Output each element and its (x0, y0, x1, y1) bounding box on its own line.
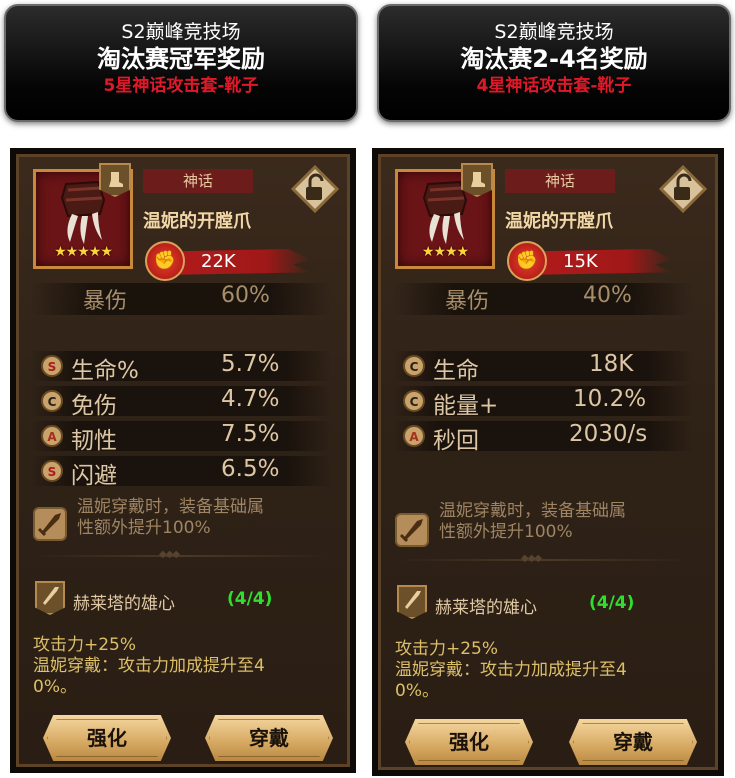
grade-badge: C (403, 390, 425, 412)
attribute-value: 5.7% (221, 351, 280, 377)
sword-icon (395, 513, 429, 547)
bonus-line: 攻击力+25% (395, 639, 499, 659)
fist-icon: ✊ (145, 241, 185, 281)
grade-badge: S (41, 460, 63, 482)
divider-ornament: ◆◆◆ (159, 549, 180, 560)
item-name: 温妮的开膛爪 (505, 211, 613, 232)
attribute-name: 韧性 (71, 428, 117, 454)
equipment-card-5-star: ★★★★★ 神话 温妮的开膛爪 ✊ 22K 暴伤 60% S 生命% 5.7% … (10, 148, 356, 773)
attribute-value: 18K (589, 351, 634, 377)
power-value: 15K (563, 251, 598, 272)
skill-line: 性额外提升100% (439, 522, 573, 542)
attribute-name: 能量+ (433, 393, 499, 419)
star-rating: ★★★★ (421, 244, 469, 260)
attribute-value: 6.5% (221, 456, 280, 482)
set-count: (4/4) (227, 589, 273, 609)
attribute-row: C 生命 18K (393, 351, 693, 384)
attribute-row: A 秒回 2030/s (393, 421, 693, 454)
reward-banner-runner-up: S2巅峰竞技场 淘汰赛2-4名奖励 4星神话攻击套-靴子 (377, 4, 731, 122)
main-stat-row: 暴伤 60% (31, 283, 331, 315)
dagger-icon (35, 581, 65, 615)
grade-badge: C (41, 390, 63, 412)
power-rating: ✊ 15K (507, 241, 673, 281)
attribute-value: 10.2% (573, 386, 647, 412)
power-rating: ✊ 22K (145, 241, 311, 281)
skill-line: 温妮穿戴时，装备基础属 (77, 497, 264, 517)
attribute-name: 生命 (433, 358, 479, 384)
equip-button[interactable]: 穿戴 (205, 715, 333, 761)
reward-banner-champion: S2巅峰竞技场 淘汰赛冠军奖励 5星神话攻击套-靴子 (4, 4, 358, 122)
attribute-value: 2030/s (569, 421, 648, 447)
set-name: 赫莱塔的雄心 (435, 598, 537, 618)
upgrade-button[interactable]: 强化 (405, 719, 533, 765)
grade-badge: C (403, 355, 425, 377)
grade-badge: A (41, 425, 63, 447)
equip-button[interactable]: 穿戴 (569, 719, 697, 765)
attribute-name: 免伤 (71, 393, 117, 419)
section-divider (395, 559, 691, 561)
set-name: 赫莱塔的雄心 (73, 594, 175, 614)
fist-icon: ✊ (507, 241, 547, 281)
equipment-panel: ★★★★★ 神话 温妮的开膛爪 ✊ 22K 暴伤 60% S 生命% 5.7% … (16, 154, 350, 767)
attribute-row: S 生命% 5.7% (31, 351, 331, 384)
section-divider (33, 555, 329, 557)
exclusive-skill-text: 温妮穿戴时，装备基础属 性额外提升100% (77, 497, 327, 539)
attribute-value: 4.7% (221, 386, 280, 412)
attribute-name: 闪避 (71, 463, 117, 489)
unlock-icon[interactable] (291, 165, 339, 213)
rarity-tag: 神话 (143, 169, 253, 193)
exclusive-skill-text: 温妮穿戴时，装备基础属 性额外提升100% (439, 501, 689, 543)
banner-reward-title: 淘汰赛2-4名奖励 (460, 45, 648, 73)
star-rating: ★★★★★ (54, 244, 113, 260)
grade-badge: S (41, 355, 63, 377)
main-stat-value: 40% (583, 283, 632, 308)
attribute-row: C 能量+ 10.2% (393, 386, 693, 419)
attribute-name: 秒回 (433, 428, 479, 454)
main-stat-value: 60% (221, 283, 270, 308)
skill-line: 温妮穿戴时，装备基础属 (439, 501, 626, 521)
attribute-value: 7.5% (221, 421, 280, 447)
set-bonus-text: 攻击力+25% 温妮穿戴：攻击力加成提升至4 0%。 (33, 635, 333, 698)
bonus-line: 0%。 (395, 681, 439, 701)
banner-reward-title: 淘汰赛冠军奖励 (97, 45, 265, 73)
equipment-panel: ★★★★ 神话 温妮的开膛爪 ✊ 15K 暴伤 40% C 生命 18K C 能… (378, 154, 718, 770)
unlock-icon[interactable] (659, 165, 707, 213)
bonus-line: 攻击力+25% (33, 635, 137, 655)
rarity-tag: 神话 (505, 169, 615, 193)
attribute-row: C 免伤 4.7% (31, 386, 331, 419)
main-stat-row: 暴伤 40% (393, 283, 693, 315)
sword-icon (33, 507, 67, 541)
set-bonus-text: 攻击力+25% 温妮穿戴：攻击力加成提升至4 0%。 (395, 639, 695, 702)
attribute-row: A 韧性 7.5% (31, 421, 331, 454)
bonus-line: 温妮穿戴：攻击力加成提升至4 (395, 660, 627, 680)
power-value: 22K (201, 251, 236, 272)
banner-event-title: S2巅峰竞技场 (121, 21, 241, 43)
upgrade-button[interactable]: 强化 (43, 715, 171, 761)
divider-ornament: ◆◆◆ (521, 553, 542, 564)
set-count: (4/4) (589, 593, 635, 613)
banner-reward-item: 5星神话攻击套-靴子 (103, 76, 259, 96)
skill-line: 性额外提升100% (77, 518, 211, 538)
attribute-name: 生命% (71, 358, 139, 384)
grade-badge: A (403, 425, 425, 447)
banner-reward-item: 4星神话攻击套-靴子 (476, 76, 632, 96)
attribute-row: S 闪避 6.5% (31, 456, 331, 489)
main-stat-label: 暴伤 (445, 289, 490, 314)
bonus-line: 温妮穿戴：攻击力加成提升至4 (33, 656, 265, 676)
main-stat-label: 暴伤 (83, 289, 128, 314)
bonus-line: 0%。 (33, 677, 77, 697)
item-name: 温妮的开膛爪 (143, 211, 251, 232)
equipment-card-4-star: ★★★★ 神话 温妮的开膛爪 ✊ 15K 暴伤 40% C 生命 18K C 能… (372, 148, 724, 776)
dagger-icon (397, 585, 427, 619)
banner-event-title: S2巅峰竞技场 (494, 21, 614, 43)
